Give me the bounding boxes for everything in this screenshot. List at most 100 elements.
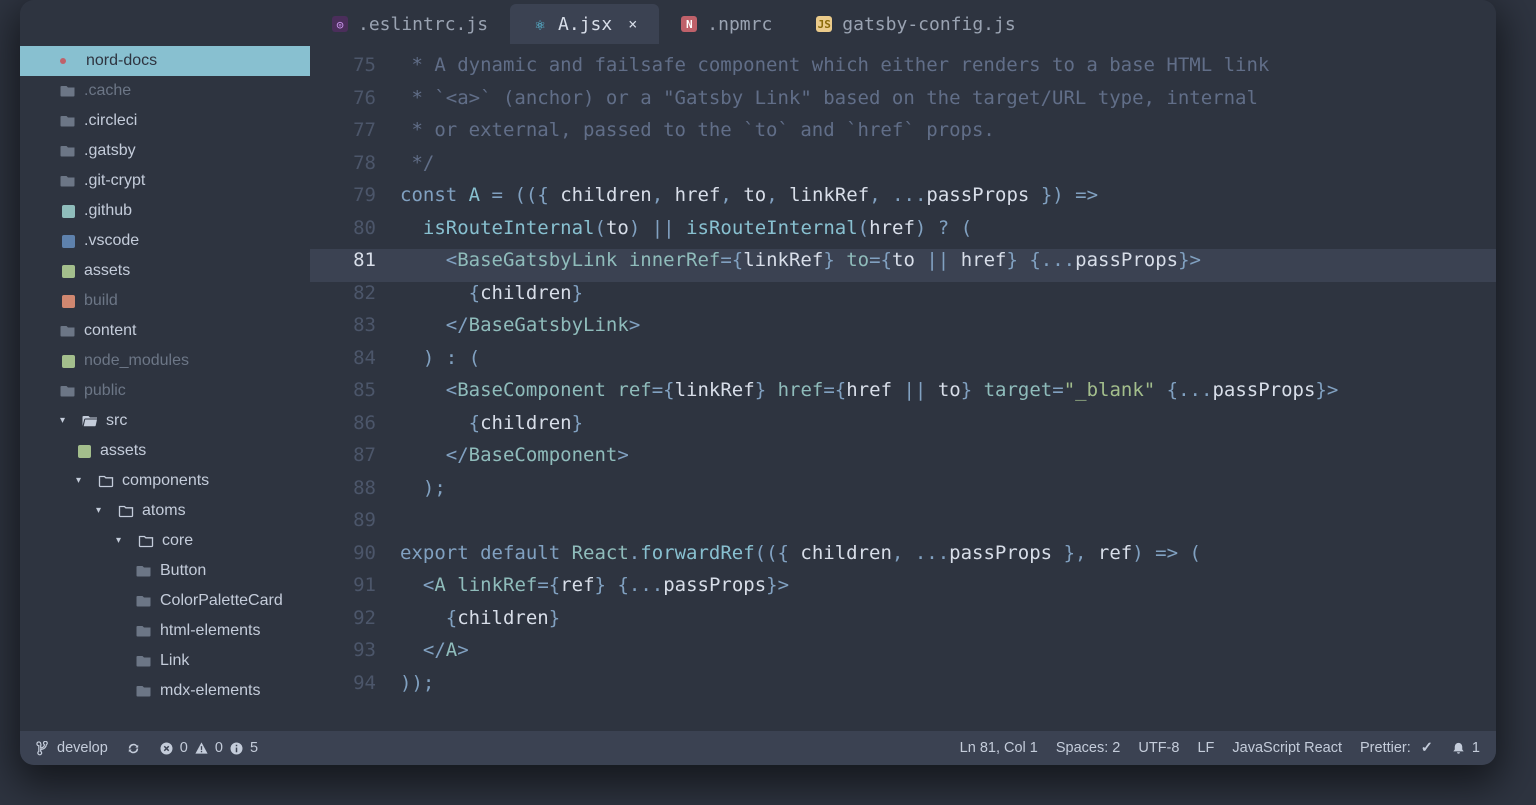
code-line[interactable]: 78 */ — [310, 152, 1496, 185]
code-line[interactable]: 83 </BaseGatsbyLink> — [310, 314, 1496, 347]
file-explorer[interactable]: nord-docs .cache.circleci.gatsby.git-cry… — [20, 44, 310, 731]
line-number: 79 — [310, 184, 400, 206]
explorer-item-label: ColorPaletteCard — [160, 586, 283, 616]
explorer-item-mdx-elements[interactable]: mdx-elements — [20, 676, 310, 706]
explorer-item-components[interactable]: ▾components — [20, 466, 310, 496]
eslint-icon: ◎ — [332, 16, 348, 32]
folder-icon — [60, 293, 76, 309]
explorer-root[interactable]: nord-docs — [20, 46, 310, 76]
explorer-item-build[interactable]: build — [20, 286, 310, 316]
explorer-item--git-crypt[interactable]: .git-crypt — [20, 166, 310, 196]
explorer-item-label: build — [84, 286, 118, 316]
tab--npmrc[interactable]: N.npmrc — [659, 4, 794, 44]
explorer-item-public[interactable]: public — [20, 376, 310, 406]
code-line[interactable]: 92 {children} — [310, 607, 1496, 640]
code-content: </A> — [400, 639, 469, 661]
code-content: </BaseGatsbyLink> — [400, 314, 640, 336]
explorer-item-button[interactable]: Button — [20, 556, 310, 586]
code-line[interactable]: 86 {children} — [310, 412, 1496, 445]
code-line[interactable]: 94)); — [310, 672, 1496, 705]
explorer-item--gatsby[interactable]: .gatsby — [20, 136, 310, 166]
explorer-item--github[interactable]: .github — [20, 196, 310, 226]
explorer-item--circleci[interactable]: .circleci — [20, 106, 310, 136]
code-editor[interactable]: 75 * A dynamic and failsafe component wh… — [310, 44, 1496, 731]
code-line[interactable]: 88 ); — [310, 477, 1496, 510]
folder-open-icon — [82, 413, 98, 429]
code-line[interactable]: 89 — [310, 509, 1496, 542]
explorer-item-label: assets — [84, 256, 130, 286]
code-content: )); — [400, 672, 434, 694]
explorer-item--vscode[interactable]: .vscode — [20, 226, 310, 256]
code-line[interactable]: 90export default React.forwardRef(({ chi… — [310, 542, 1496, 575]
explorer-item--cache[interactable]: .cache — [20, 76, 310, 106]
line-number: 84 — [310, 347, 400, 369]
problems[interactable]: 0 0 5 — [159, 741, 258, 756]
explorer-item-src[interactable]: ▾src — [20, 406, 310, 436]
error-icon — [159, 741, 174, 756]
folder-icon — [60, 113, 76, 129]
code-content: {children} — [400, 607, 560, 629]
explorer-item-atoms[interactable]: ▾atoms — [20, 496, 310, 526]
editor-body: nord-docs .cache.circleci.gatsby.git-cry… — [20, 44, 1496, 731]
explorer-item-label: .gatsby — [84, 136, 136, 166]
folder-icon — [136, 653, 152, 669]
tab-label: gatsby-config.js — [842, 14, 1015, 35]
code-line[interactable]: 91 <A linkRef={ref} {...passProps}> — [310, 574, 1496, 607]
line-number: 85 — [310, 379, 400, 401]
tab--eslintrc-js[interactable]: ◎ .eslintrc.js — [310, 4, 510, 44]
code-line[interactable]: 75 * A dynamic and failsafe component wh… — [310, 54, 1496, 87]
explorer-item-colorpalettecard[interactable]: ColorPaletteCard — [20, 586, 310, 616]
line-number: 83 — [310, 314, 400, 336]
code-line[interactable]: 82 {children} — [310, 282, 1496, 315]
explorer-item-label: Link — [160, 646, 189, 676]
editor-window: ◎.eslintrc.js⚛A.jsx×N.npmrcJSgatsby-conf… — [20, 0, 1496, 765]
explorer-item-label: content — [84, 316, 136, 346]
cursor-position[interactable]: Ln 81, Col 1 — [960, 741, 1038, 756]
code-line[interactable]: 79const A = (({ children, href, to, link… — [310, 184, 1496, 217]
code-line[interactable]: 93 </A> — [310, 639, 1496, 672]
indentation[interactable]: Spaces: 2 — [1056, 741, 1121, 756]
explorer-item-assets[interactable]: assets — [20, 256, 310, 286]
code-line[interactable]: 87 </BaseComponent> — [310, 444, 1496, 477]
folder-icon — [136, 683, 152, 699]
language-mode[interactable]: JavaScript React — [1232, 741, 1342, 756]
explorer-item-html-elements[interactable]: html-elements — [20, 616, 310, 646]
code-line[interactable]: 76 * `<a>` (anchor) or a "Gatsby Link" b… — [310, 87, 1496, 120]
git-branch[interactable]: develop — [36, 741, 108, 756]
folder-icon — [136, 563, 152, 579]
tab-label: .eslintrc.js — [358, 14, 488, 35]
folder-icon — [76, 443, 92, 459]
code-line[interactable]: 77 * or external, passed to the `to` and… — [310, 119, 1496, 152]
close-icon[interactable]: × — [628, 15, 637, 33]
code-content: ); — [400, 477, 446, 499]
notifications[interactable]: 1 — [1451, 741, 1480, 756]
line-number: 93 — [310, 639, 400, 661]
explorer-item-assets[interactable]: assets — [20, 436, 310, 466]
explorer-item-core[interactable]: ▾core — [20, 526, 310, 556]
explorer-item-link[interactable]: Link — [20, 646, 310, 676]
git-branch-icon — [36, 741, 51, 756]
folder-icon — [60, 233, 76, 249]
root-label: nord-docs — [86, 46, 157, 76]
encoding[interactable]: UTF-8 — [1138, 741, 1179, 756]
prettier-status[interactable]: Prettier: — [1360, 741, 1433, 756]
sync-button[interactable] — [126, 741, 141, 756]
tab-gatsby-config-js[interactable]: JSgatsby-config.js — [794, 4, 1037, 44]
explorer-item-content[interactable]: content — [20, 316, 310, 346]
line-number: 88 — [310, 477, 400, 499]
code-line[interactable]: 81 <BaseGatsbyLink innerRef={linkRef} to… — [310, 249, 1496, 282]
eol[interactable]: LF — [1197, 741, 1214, 756]
line-number: 82 — [310, 282, 400, 304]
code-line[interactable]: 85 <BaseComponent ref={linkRef} href={hr… — [310, 379, 1496, 412]
explorer-item-label: node_modules — [84, 346, 189, 376]
tab-a-jsx[interactable]: ⚛A.jsx× — [510, 4, 659, 44]
tab-label: A.jsx — [558, 14, 612, 35]
explorer-item-label: .vscode — [84, 226, 139, 256]
code-line[interactable]: 80 isRouteInternal(to) || isRouteInterna… — [310, 217, 1496, 250]
explorer-item-label: src — [106, 406, 127, 436]
explorer-item-label: .cache — [84, 76, 131, 106]
code-line[interactable]: 84 ) : ( — [310, 347, 1496, 380]
line-number: 89 — [310, 509, 400, 531]
explorer-item-node-modules[interactable]: node_modules — [20, 346, 310, 376]
code-content: isRouteInternal(to) || isRouteInternal(h… — [400, 217, 972, 239]
